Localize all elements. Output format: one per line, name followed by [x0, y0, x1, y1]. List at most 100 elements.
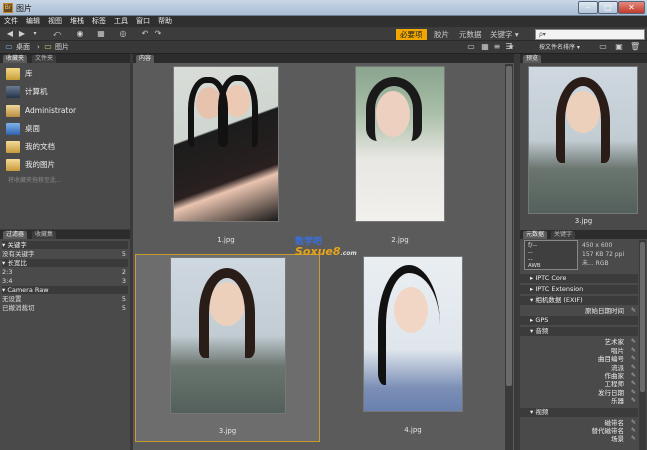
filter-panel: 过滤器 收藏集 ▾ 关键字 没有关键字 5 ▾ 长宽比 2:3 2 3:4 3 ▾ Camera… [0, 230, 130, 450]
tab-favorites[interactable]: 收藏夹 [3, 55, 28, 63]
favorite-desktop[interactable]: 桌面 [6, 121, 40, 137]
thumbnail-1[interactable]: 1.jpg [173, 66, 279, 246]
metadata-section[interactable]: ▾ 相机数据 (EXIF) [520, 296, 638, 305]
filter-row[interactable]: 2:3 2 [2, 268, 128, 276]
maximize-button[interactable]: □ [598, 1, 618, 14]
thumbnail-2[interactable]: 2.jpg [355, 66, 445, 246]
scrollbar-thumb[interactable] [506, 66, 512, 386]
workspace-essentials[interactable]: 必要项 [396, 29, 427, 40]
menu-file[interactable]: 文件 [0, 16, 22, 27]
search-input[interactable]: ρ▾ [535, 29, 645, 40]
menu-stack[interactable]: 堆栈 [66, 16, 88, 27]
favorite-administrator[interactable]: Administrator [6, 103, 76, 119]
metadata-section[interactable]: ▾ 音频 [520, 327, 638, 337]
sort-dropdown[interactable]: 按文件名排序 ▾ [539, 42, 580, 53]
boomerang-icon[interactable]: ⤺ [52, 29, 62, 39]
metadata-section[interactable]: ▾ 视频 [520, 407, 638, 417]
metadata-field[interactable]: 流派 ✎ [524, 364, 636, 372]
metadata-field[interactable]: 曲目编号 ✎ [524, 355, 636, 363]
scrollbar-thumb[interactable] [640, 242, 645, 392]
favorite-library[interactable]: 库 [6, 66, 33, 82]
edit-pencil-icon[interactable]: ✎ [631, 347, 636, 355]
metadata-section[interactable]: ▸ IPTC Extension [520, 285, 638, 294]
tab-folders[interactable]: 文件夹 [32, 55, 57, 63]
open-in-camera-raw-icon[interactable]: ◎ [118, 29, 128, 39]
metadata-field[interactable]: 工程师 ✎ [524, 380, 637, 388]
star-filter-icon[interactable]: ★ [506, 42, 516, 52]
edit-pencil-icon[interactable]: ✎ [631, 389, 636, 397]
metadata-field[interactable]: 唱片 ✎ [524, 347, 636, 355]
metadata-section[interactable]: ▸ IPTC Core [520, 274, 638, 283]
trash-icon[interactable]: 🗑 [630, 42, 640, 52]
filter-row[interactable]: 无设置 5 [2, 295, 128, 303]
edit-pencil-icon[interactable]: ✎ [631, 435, 636, 443]
tab-preview[interactable]: 预览 [523, 55, 542, 63]
menu-tools[interactable]: 工具 [110, 16, 132, 27]
tab-filter[interactable]: 过滤器 [3, 231, 28, 239]
breadcrumb-pictures[interactable]: 图片 [55, 42, 69, 53]
edit-pencil-icon[interactable]: ✎ [631, 419, 636, 427]
edit-pencil-icon[interactable]: ✎ [631, 355, 636, 363]
white-balance-value: AWB [528, 263, 541, 269]
hair-shape [378, 265, 440, 385]
content-scrollbar[interactable] [505, 64, 513, 450]
edit-pencil-icon[interactable]: ✎ [631, 372, 636, 380]
metadata-field[interactable]: 替代磁带名 ✎ [524, 427, 637, 435]
tab-content[interactable]: 内容 [136, 55, 155, 63]
filter-section-header[interactable]: ▾ 关键字 [2, 241, 128, 249]
workspace-keywords[interactable]: 关键字 ▾ [486, 29, 523, 40]
filter-row[interactable]: 3:4 3 [2, 277, 128, 285]
metadata-field[interactable]: 艺术家 ✎ [524, 338, 637, 346]
rotate-right-icon[interactable]: ↷ [153, 29, 163, 39]
menu-help[interactable]: 帮助 [154, 16, 176, 27]
metadata-field[interactable]: 发行日期 ✎ [524, 389, 636, 397]
list-view-icon[interactable]: ≡ [492, 42, 502, 52]
edit-pencil-icon[interactable]: ✎ [631, 380, 636, 388]
menu-edit[interactable]: 编辑 [22, 16, 44, 27]
color-info: 未... RGB [582, 259, 640, 268]
minimize-button[interactable]: – [578, 1, 598, 14]
tab-keywords[interactable]: 关键字 [551, 231, 576, 239]
tab-metadata[interactable]: 元数据 [523, 231, 548, 239]
edit-pencil-icon[interactable]: ✎ [631, 338, 636, 346]
thumbnail-slider-icon[interactable]: ▭ [466, 42, 476, 52]
tab-collections[interactable]: 收藏集 [32, 231, 57, 239]
back-icon[interactable]: ◀ [5, 29, 15, 39]
menu-label[interactable]: 标签 [88, 16, 110, 27]
filter-section-header[interactable]: ▾ 长宽比 [2, 259, 128, 267]
edit-pencil-icon[interactable]: ✎ [631, 364, 636, 372]
favorite-pictures[interactable]: 我的图片 [6, 157, 55, 173]
filter-section-header[interactable]: ▾ Camera Raw [2, 286, 128, 294]
close-button[interactable]: ✕ [618, 1, 645, 14]
rotate-left-icon[interactable]: ↶ [140, 29, 150, 39]
metadata-field[interactable]: 乐器 ✎ [524, 397, 636, 405]
filter-row[interactable]: 没有关键字 5 [2, 250, 128, 258]
edit-pencil-icon[interactable]: ✎ [631, 397, 636, 405]
breadcrumb-desktop[interactable]: 桌面 [16, 42, 30, 53]
favorite-documents[interactable]: 我的文档 [6, 139, 55, 155]
metadata-field[interactable]: 场景 ✎ [524, 435, 636, 443]
filter-row[interactable]: 已撤消裁切 5 [2, 304, 128, 312]
move-icon[interactable]: ▣ [614, 42, 624, 52]
refine-icon[interactable]: ▦ [96, 29, 106, 39]
thumbnail-3-selected[interactable]: 3.jpg [135, 254, 320, 442]
grid-view-icon[interactable]: ▦ [480, 42, 490, 52]
edit-pencil-icon[interactable]: ✎ [631, 427, 636, 435]
thumbnail-4[interactable]: 4.jpg [363, 256, 463, 442]
metadata-field[interactable]: 磁带名 ✎ [524, 419, 637, 427]
forward-icon[interactable]: ▶ [17, 29, 27, 39]
metadata-field[interactable]: 原始日期时间 ✎ [524, 307, 636, 315]
menu-view[interactable]: 视图 [44, 16, 66, 27]
camera-icon[interactable]: ◉ [75, 29, 85, 39]
history-dropdown-icon[interactable]: ▾ [30, 29, 40, 39]
new-folder-icon[interactable]: ▭ [598, 42, 608, 52]
edit-pencil-icon[interactable]: ✎ [631, 307, 636, 315]
workspace-metadata[interactable]: 元数据 [455, 29, 486, 40]
metadata-scrollbar[interactable] [639, 240, 646, 450]
favorite-computer[interactable]: 计算机 [6, 84, 48, 100]
metadata-section[interactable]: ▸ GPS [520, 316, 638, 326]
metadata-field[interactable]: 作曲家 ✎ [524, 372, 637, 380]
workspace-filmstrip[interactable]: 胶片 [430, 29, 453, 40]
filter-count: 5 [121, 250, 126, 258]
menu-window[interactable]: 窗口 [132, 16, 154, 27]
